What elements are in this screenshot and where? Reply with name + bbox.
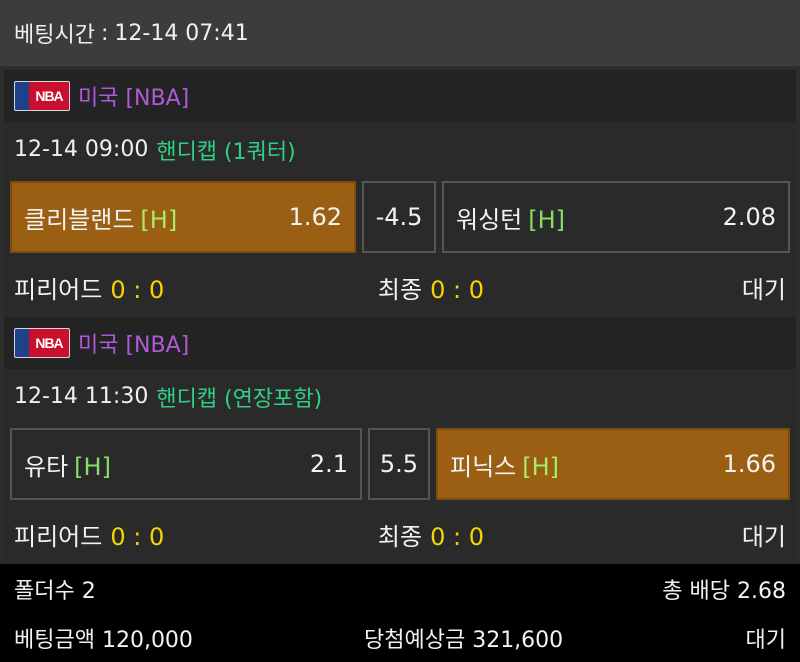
- match-type: 핸디캡 (연장포함): [156, 386, 323, 412]
- bet-options: 유타 [H] 2.1 5.5 피닉스 [H] 1.66: [4, 424, 796, 504]
- bet-amount: 베팅금액 120,000: [14, 627, 193, 653]
- home-team-name: 유타: [24, 452, 69, 481]
- nba-logo-icon: NBA: [14, 81, 70, 111]
- bet-time-value: 12-14 07:41: [114, 20, 249, 46]
- bet-time-separator: :: [100, 20, 109, 46]
- total-odds: 총 배당 2.68: [662, 578, 786, 604]
- bet-status: 대기: [741, 522, 787, 551]
- nba-logo-icon: NBA: [14, 328, 70, 358]
- away-team-name: 워싱턴: [456, 205, 523, 234]
- summary-status: 대기: [745, 627, 786, 653]
- bet-status: 대기: [741, 275, 787, 304]
- folder-count: 폴더수 2: [14, 578, 96, 604]
- away-pick-button[interactable]: 피닉스 [H] 1.66: [436, 428, 790, 500]
- expected-win: 당첨예상금 321,600: [364, 627, 564, 653]
- league-name: 미국 [NBA]: [78, 86, 190, 111]
- league-header: NBA 미국 [NBA]: [4, 70, 796, 122]
- final-label: 최종: [377, 522, 423, 551]
- score-row: 피리어드 0 : 0 최종 0 : 0 대기: [4, 257, 796, 317]
- home-pick-button[interactable]: 유타 [H] 2.1: [10, 428, 362, 500]
- bet-time-label: 베팅시간: [14, 23, 95, 48]
- match-info: 12-14 11:30 핸디캡 (연장포함): [4, 369, 796, 424]
- bet-summary: 폴더수 2 총 배당 2.68 베팅금액 120,000 당첨예상금 321,6…: [0, 564, 800, 662]
- summary-row-odds: 폴더수 2 총 배당 2.68: [0, 564, 800, 613]
- handicap-value: 5.5: [368, 428, 430, 500]
- period-score: 0 : 0: [110, 275, 165, 304]
- home-marker: [H]: [74, 452, 111, 481]
- period-label: 피리어드: [14, 275, 103, 304]
- period-label: 피리어드: [14, 522, 103, 551]
- final-score: 0 : 0: [430, 275, 484, 304]
- match-type: 핸디캡 (1쿼터): [156, 139, 296, 165]
- match-time: 12-14 09:00: [14, 137, 149, 162]
- away-pick-button[interactable]: 워싱턴 [H] 2.08: [442, 181, 790, 253]
- final-label: 최종: [377, 275, 423, 304]
- away-marker: [H]: [522, 452, 560, 481]
- away-odds: 1.66: [722, 450, 776, 478]
- away-team-name: 피닉스: [450, 452, 517, 481]
- score-row: 피리어드 0 : 0 최종 0 : 0 대기: [4, 504, 796, 564]
- league-header: NBA 미국 [NBA]: [4, 317, 796, 369]
- away-odds: 2.08: [722, 203, 776, 231]
- summary-row-amount: 베팅금액 120,000 당첨예상금 321,600 대기: [0, 613, 800, 662]
- match-time: 12-14 11:30: [14, 384, 149, 409]
- final-score: 0 : 0: [430, 522, 484, 551]
- league-name: 미국 [NBA]: [78, 333, 190, 358]
- match-info: 12-14 09:00 핸디캡 (1쿼터): [4, 122, 796, 177]
- period-score: 0 : 0: [110, 522, 165, 551]
- home-team-name: 클리블랜드: [24, 205, 135, 234]
- home-marker: [H]: [140, 205, 178, 234]
- home-odds: 1.62: [288, 203, 342, 231]
- handicap-value: -4.5: [362, 181, 436, 253]
- home-odds: 2.1: [309, 450, 348, 478]
- away-marker: [H]: [528, 205, 566, 234]
- home-pick-button[interactable]: 클리블랜드 [H] 1.62: [10, 181, 356, 253]
- bet-options: 클리블랜드 [H] 1.62 -4.5 워싱턴 [H] 2.08: [4, 177, 796, 257]
- bet-time-header: 베팅시간 : 12-14 07:41: [0, 0, 800, 66]
